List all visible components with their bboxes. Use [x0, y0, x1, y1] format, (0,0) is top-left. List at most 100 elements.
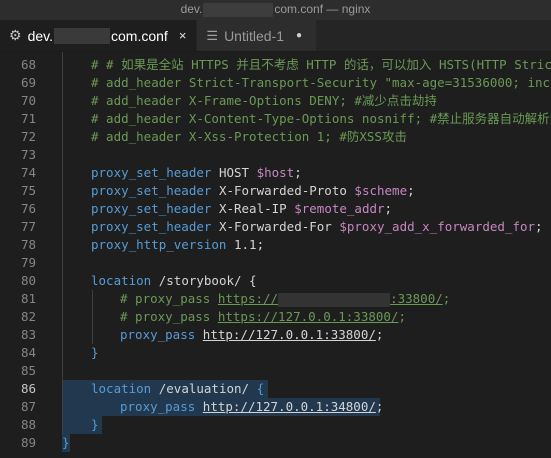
code-token: http://127.0.0.1:34800/ — [202, 399, 376, 414]
code-token: X-Real-IP — [211, 201, 295, 216]
code-line[interactable]: 68 # # 如果是全站 HTTPS 并且不考虑 HTTP 的话，可以加入 HST… — [0, 56, 551, 74]
tab-label: Untitled-1 — [224, 27, 284, 44]
code-text: proxy_set_header X-Real-IP $remote_addr; — [91, 200, 392, 218]
code-line[interactable]: 84} — [0, 344, 551, 362]
code-text: proxy_pass http://127.0.0.1:33800/; — [120, 326, 383, 344]
code-token: } — [62, 435, 70, 450]
line-number: 72 — [20, 129, 36, 144]
code-token: } — [91, 345, 99, 360]
line-number: 84 — [20, 345, 36, 360]
code-text: # add_header X-Xss-Protection 1; #防XSS攻击 — [91, 128, 407, 146]
code-text: # # 如果是全站 HTTPS 并且不考虑 HTTP 的话，可以加入 HSTS(… — [91, 56, 551, 74]
code-text: } — [91, 344, 99, 362]
tab-label-prefix: dev. — [27, 27, 53, 44]
code-line[interactable]: 79 — [0, 254, 551, 272]
redacted-block — [278, 292, 391, 307]
code-token: :33800/ — [390, 291, 443, 306]
code-text: proxy_set_header X-Forwarded-For $proxy_… — [91, 218, 543, 236]
code-token: ; — [407, 183, 415, 198]
code-line[interactable]: 72 # add_header X-Xss-Protection 1; #防XSS… — [0, 128, 551, 146]
line-number: 87 — [20, 399, 36, 414]
code-token: ; — [442, 291, 451, 306]
tab-untitled[interactable]: ☰ Untitled-1 ● — [196, 20, 317, 51]
line-number: 86 — [20, 381, 36, 396]
code-token: proxy_pass — [120, 327, 196, 342]
code-editor[interactable]: 68 # # 如果是全站 HTTPS 并且不考虑 HTTP 的话，可以加入 HST… — [0, 52, 551, 458]
line-number: 74 — [20, 165, 36, 180]
line-number: 75 — [20, 183, 36, 198]
code-token: # add_header Strict-Transport-Security "… — [91, 75, 551, 90]
code-token: } — [91, 417, 99, 432]
code-token: $proxy_add_x_forwarded_for — [339, 219, 536, 234]
code-line[interactable]: 69 # add_header Strict-Transport-Security… — [0, 74, 551, 92]
code-token: proxy_set_header — [91, 219, 212, 234]
line-number: 76 — [20, 201, 36, 216]
code-line[interactable]: 77 proxy_set_header X-Forwarded-For $prox… — [0, 218, 551, 236]
code-line[interactable]: 76 proxy_set_header X-Real-IP $remote_add… — [0, 200, 551, 218]
redacted-block — [203, 2, 274, 17]
code-text: # add_header X-Content-Type-Options nosn… — [91, 110, 551, 128]
code-line[interactable]: 83 proxy_pass http://127.0.0.1:33800/; — [0, 326, 551, 344]
code-line[interactable]: 85 — [0, 362, 551, 380]
code-token: ; — [294, 165, 302, 180]
code-text: proxy_http_version 1.1; — [91, 236, 264, 254]
code-line[interactable]: 86 location /evaluation/ { — [0, 380, 551, 398]
code-token: $scheme — [354, 183, 408, 198]
code-token: 1.1; — [226, 237, 265, 252]
code-line[interactable]: 70 # add_header X-Frame-Options DENY; #减少… — [0, 92, 551, 110]
tab-conf-file[interactable]: ⚙ dev. com.conf × — [0, 20, 197, 51]
code-token: HOST — [211, 165, 257, 180]
code-token: /evaluation/ — [151, 381, 257, 396]
code-line[interactable]: 80 location /storybook/ { — [0, 272, 551, 290]
code-text: location /storybook/ { — [91, 272, 257, 290]
line-number: 71 — [20, 111, 36, 126]
code-line[interactable]: 73 — [0, 146, 551, 164]
line-number: 77 — [20, 219, 36, 234]
code-line[interactable]: 89} — [0, 434, 551, 452]
code-text: } — [62, 434, 70, 452]
code-token: proxy_set_header — [91, 201, 212, 216]
line-number: 89 — [20, 435, 36, 450]
code-token: http://127.0.0.1:33800/ — [202, 327, 376, 342]
line-number: 88 — [20, 417, 36, 432]
code-line[interactable]: 78 proxy_http_version 1.1; — [0, 236, 551, 254]
code-token: ; — [375, 327, 384, 342]
code-token: $host — [256, 165, 295, 180]
code-token: X-Forwarded-For — [211, 219, 340, 234]
code-text: } — [91, 416, 99, 434]
code-token: ; — [375, 399, 384, 414]
code-token: proxy_set_header — [91, 183, 212, 198]
code-text: proxy_pass http://127.0.0.1:34800/; — [120, 398, 383, 416]
code-line[interactable]: 87 proxy_pass http://127.0.0.1:34800/; — [0, 398, 551, 416]
tab-bar: ⚙ dev. com.conf × ☰ Untitled-1 ● — [0, 20, 551, 52]
code-token: X-Forwarded-Proto — [211, 183, 355, 198]
window-title-prefix: dev. — [180, 2, 203, 16]
code-token: # add_header X-Frame-Options DENY; #减少点击… — [91, 93, 437, 108]
gear-icon: ⚙ — [9, 27, 22, 43]
code-line[interactable]: 81 # proxy_pass https://:33800/; — [0, 290, 551, 308]
code-token: # add_header X-Content-Type-Options nosn… — [91, 111, 551, 126]
close-icon[interactable]: × — [179, 28, 187, 43]
line-number: 82 — [20, 309, 36, 324]
line-number: 78 — [20, 237, 36, 252]
code-token: # # 如果是全站 HTTPS 并且不考虑 HTTP 的话，可以加入 HSTS(… — [91, 57, 551, 72]
code-token: proxy_pass — [120, 399, 196, 414]
line-number: 69 — [20, 75, 36, 90]
code-line[interactable]: 71 # add_header X-Content-Type-Options no… — [0, 110, 551, 128]
line-number: 80 — [20, 273, 36, 288]
code-line[interactable]: 75 proxy_set_header X-Forwarded-Proto $sc… — [0, 182, 551, 200]
code-line[interactable]: 88} — [0, 416, 551, 434]
code-line[interactable]: 74 proxy_set_header HOST $host; — [0, 164, 551, 182]
code-line[interactable]: 82 # proxy_pass https://127.0.0.1:33800/; — [0, 308, 551, 326]
code-token: location — [91, 273, 152, 288]
code-token: # add_header X-Xss-Protection 1; #防XSS攻击 — [91, 129, 407, 144]
line-number: 79 — [20, 255, 36, 270]
lines-icon: ☰ — [206, 27, 219, 43]
code-text: proxy_set_header X-Forwarded-Proto $sche… — [91, 182, 415, 200]
code-text: # add_header Strict-Transport-Security "… — [91, 74, 551, 92]
code-token: # proxy_pass — [120, 291, 218, 306]
line-number: 81 — [20, 291, 36, 306]
code-token: # proxy_pass — [120, 309, 218, 324]
